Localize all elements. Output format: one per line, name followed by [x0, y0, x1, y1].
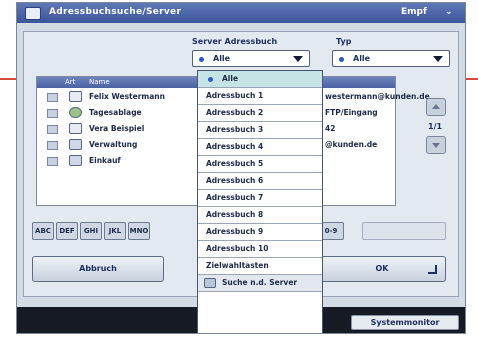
key-ghi[interactable]: GHI: [80, 222, 102, 240]
row-name: Einkauf: [89, 156, 121, 165]
row-checkbox[interactable]: [47, 141, 58, 150]
row-checkbox[interactable]: [47, 109, 58, 118]
type-select[interactable]: Alle: [332, 50, 450, 67]
selected-dot-icon: [199, 57, 204, 62]
row-name: Felix Westermann: [89, 92, 165, 101]
type-select-value: Alle: [353, 54, 371, 63]
decorative-red-line-right: [466, 78, 478, 80]
row-address: westermann@kunden.de: [325, 92, 430, 101]
ok-button[interactable]: OK: [318, 256, 446, 282]
server-address-book-dropdown: Alle Adressbuch 1 Adressbuch 2 Adressbuc…: [197, 70, 323, 333]
more-indicator: ⌄: [445, 7, 453, 17]
dropdown-item[interactable]: Adressbuch 2: [198, 105, 322, 122]
type-filter-label: Typ: [336, 37, 352, 46]
server-search-icon: [204, 278, 216, 288]
row-checkbox[interactable]: [47, 125, 58, 134]
address-book-icon: [69, 139, 82, 150]
chevron-down-icon: [293, 56, 303, 62]
dropdown-item-all[interactable]: Alle: [198, 71, 322, 88]
device-frame: Adressbuchsuche/Server Empf ⌄ Server Adr…: [0, 0, 478, 343]
selected-dot-icon: [208, 77, 213, 82]
server-select-value: Alle: [213, 54, 231, 63]
dropdown-item[interactable]: Zielwahltasten: [198, 258, 322, 275]
dropdown-item-search-server[interactable]: Suche n.d. Server: [198, 275, 322, 292]
details-button-disabled: [362, 222, 446, 240]
dropdown-item[interactable]: Adressbuch 1: [198, 88, 322, 105]
scroll-up-button[interactable]: [426, 98, 446, 116]
row-name: Vera Beispiel: [89, 124, 145, 133]
dropdown-item[interactable]: Adressbuch 5: [198, 156, 322, 173]
row-checkbox[interactable]: [47, 157, 58, 166]
ok-label: OK: [375, 264, 389, 273]
key-def[interactable]: DEF: [56, 222, 78, 240]
dropdown-item[interactable]: Adressbuch 3: [198, 122, 322, 139]
fax-icon: [69, 123, 82, 134]
arrow-up-icon: [432, 104, 440, 109]
key-jkl[interactable]: JKL: [104, 222, 126, 240]
enter-icon: [428, 265, 437, 274]
cancel-button[interactable]: Abbruch: [32, 256, 164, 282]
arrow-down-icon: [432, 143, 440, 148]
page-indicator: 1/1: [428, 122, 443, 131]
dropdown-item[interactable]: Adressbuch 6: [198, 173, 322, 190]
row-address: 42: [325, 124, 336, 133]
server-filter-label: Server Adressbuch: [192, 37, 278, 46]
row-name: Verwaltung: [89, 140, 138, 149]
decorative-red-line-left: [0, 78, 16, 80]
person-card-icon: [69, 91, 82, 102]
window-title: Adressbuchsuche/Server: [49, 7, 182, 17]
dropdown-item[interactable]: Adressbuch 4: [198, 139, 322, 156]
system-monitor-button[interactable]: Systemmonitor: [351, 315, 459, 330]
dropdown-item[interactable]: Adressbuch 8: [198, 207, 322, 224]
column-header-name: Name: [89, 78, 110, 86]
dropdown-item[interactable]: Adressbuch 7: [198, 190, 322, 207]
address-book-icon: [25, 7, 41, 20]
row-address: @kunden.de: [325, 140, 378, 149]
key-abc[interactable]: ABC: [32, 222, 54, 240]
selected-dot-icon: [339, 57, 344, 62]
row-checkbox[interactable]: [47, 93, 58, 102]
screen: Adressbuchsuche/Server Empf ⌄ Server Adr…: [16, 2, 466, 334]
user-label: Empf: [401, 7, 427, 17]
server-select[interactable]: Alle: [192, 50, 310, 67]
scroll-down-button[interactable]: [426, 136, 446, 154]
key-mno[interactable]: MNO: [128, 222, 150, 240]
chevron-down-icon: [433, 56, 443, 62]
address-book-icon: [69, 155, 82, 166]
column-header-type: Art: [65, 78, 76, 86]
dropdown-item[interactable]: Adressbuch 9: [198, 224, 322, 241]
row-address: FTP/Eingang: [325, 108, 378, 117]
dropdown-item[interactable]: Adressbuch 10: [198, 241, 322, 258]
row-name: Tagesablage: [89, 108, 142, 117]
title-bar: Adressbuchsuche/Server Empf ⌄: [17, 3, 465, 23]
group-icon: [69, 107, 82, 118]
